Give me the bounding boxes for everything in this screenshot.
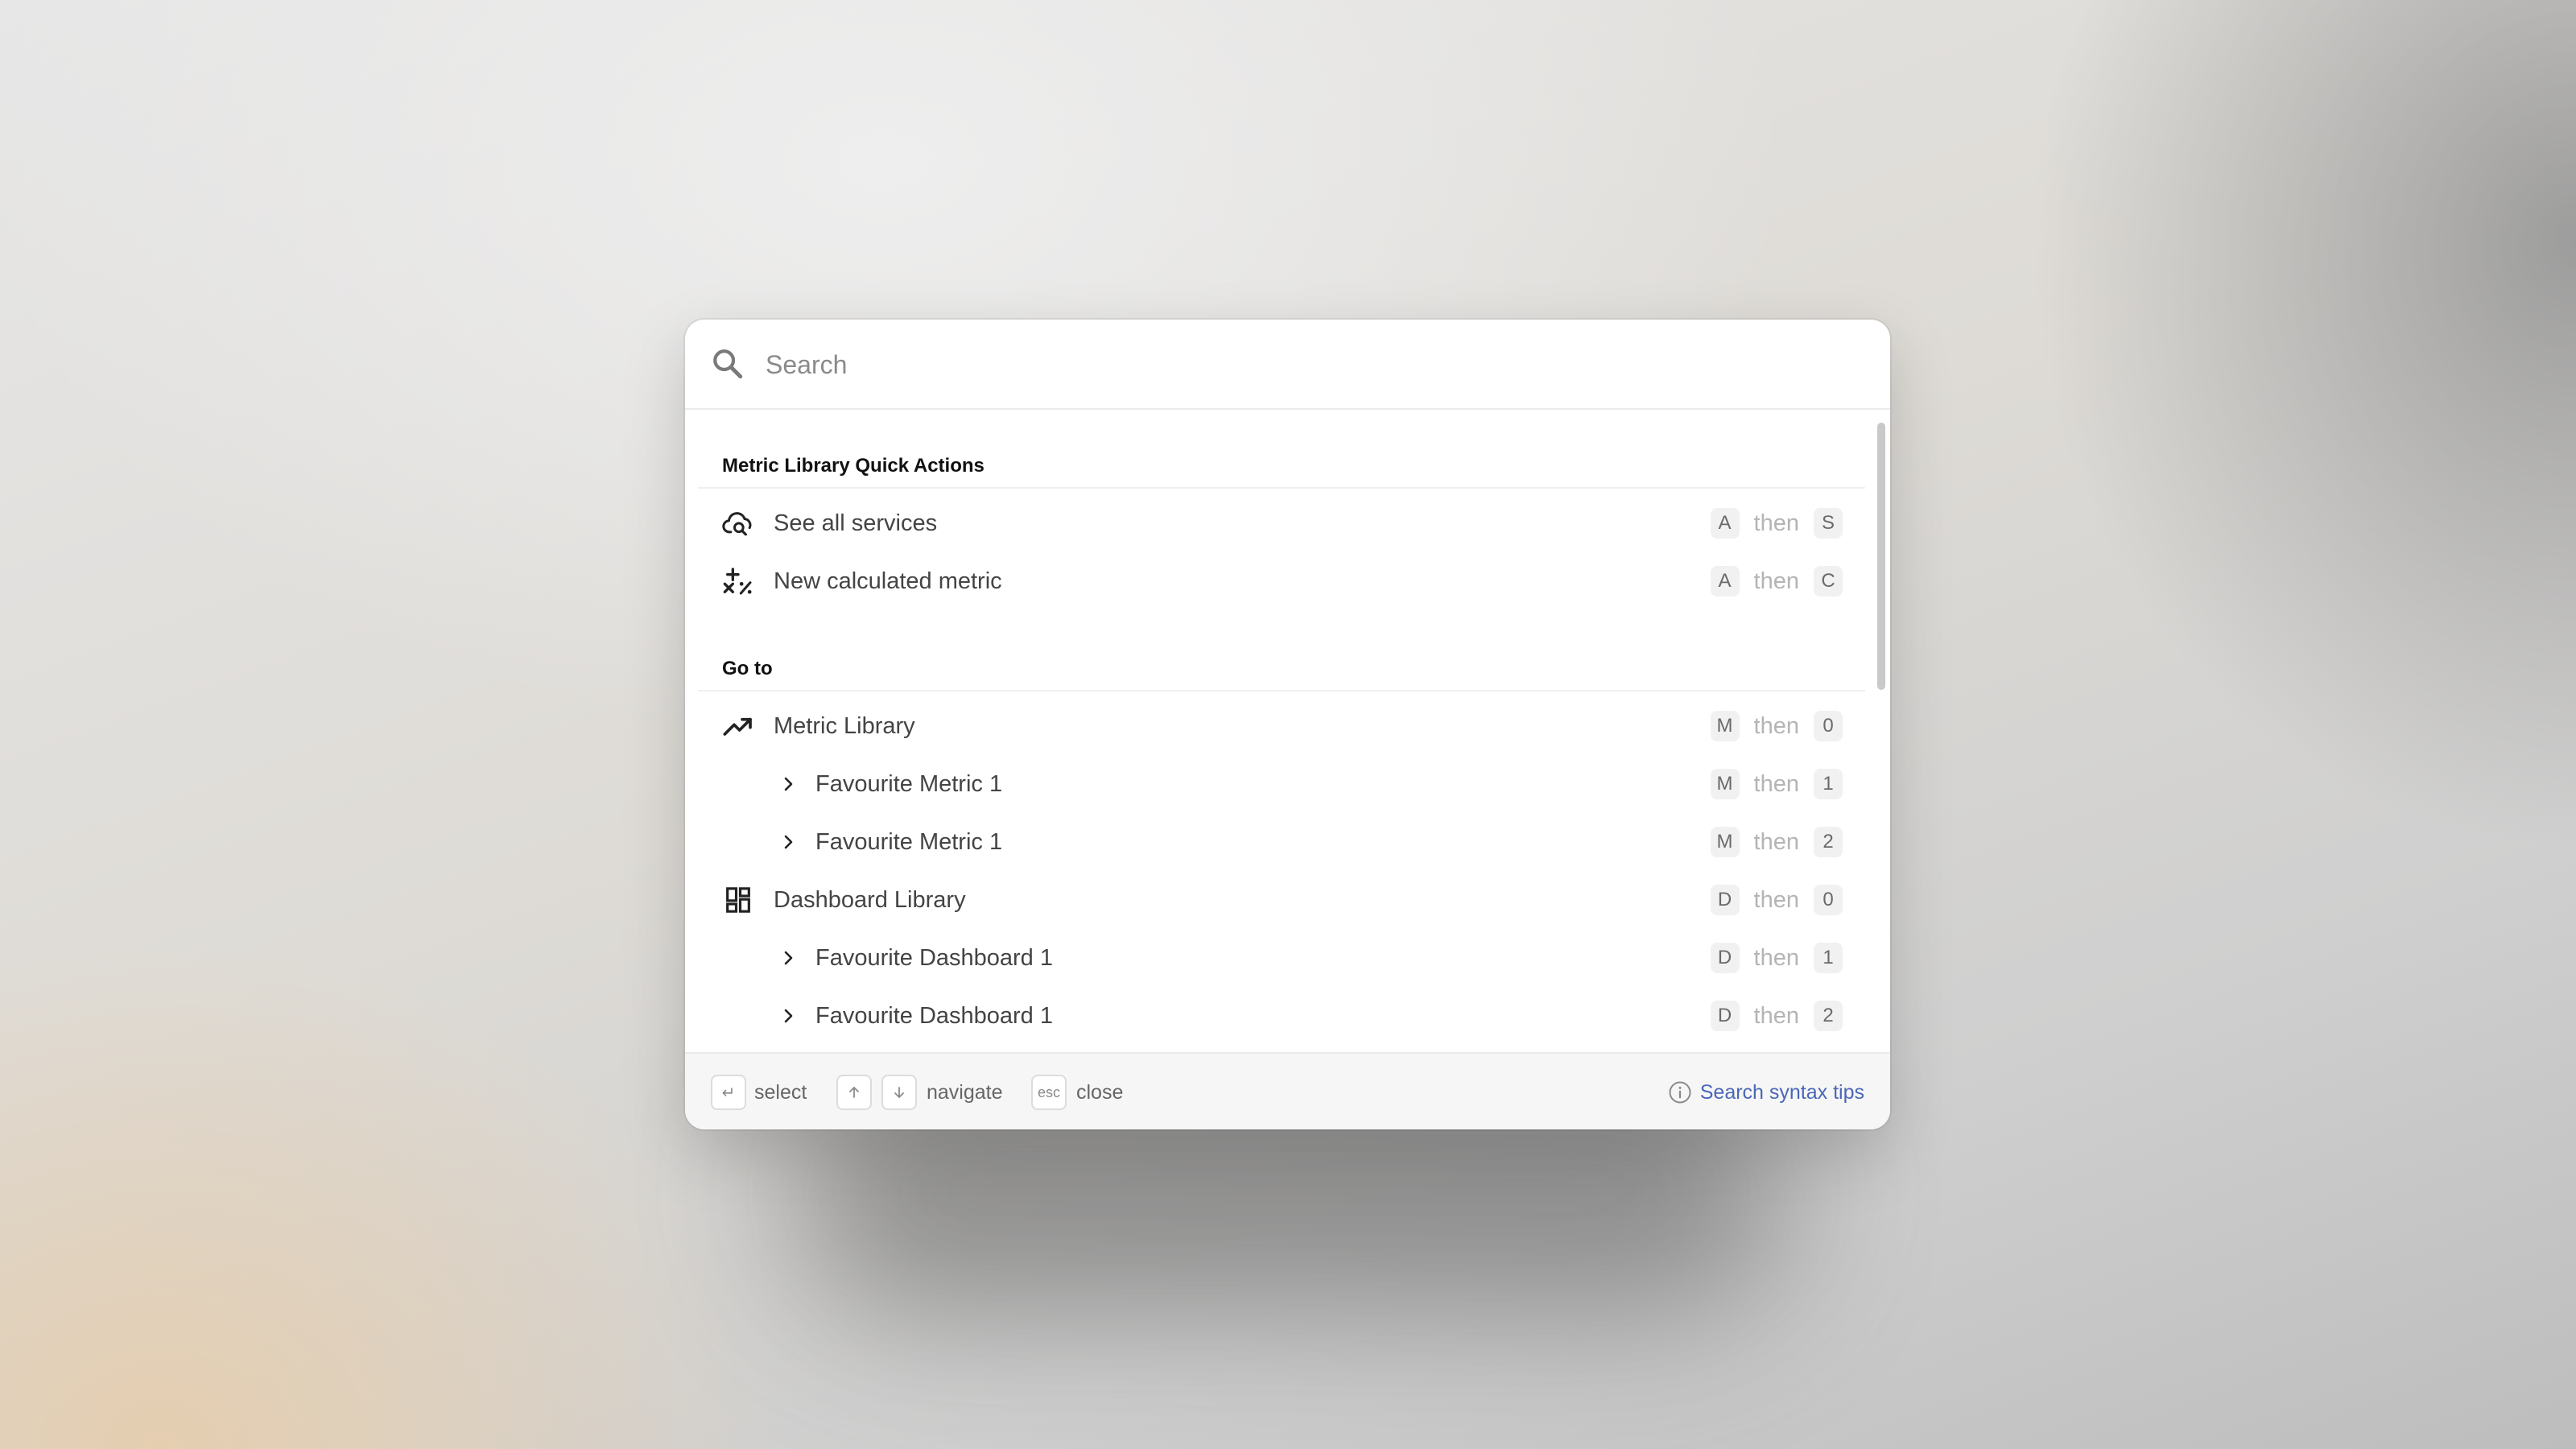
search-bar xyxy=(685,320,1890,410)
shortcut-then: then xyxy=(1753,944,1799,971)
cloud-search-icon xyxy=(722,512,752,536)
chevron-right-icon xyxy=(784,777,793,791)
shortcut-key: 0 xyxy=(1814,711,1843,741)
shortcut-then: then xyxy=(1753,828,1799,855)
trending-up-icon xyxy=(723,717,752,736)
keyboard-shortcut: D then 2 xyxy=(1710,1001,1843,1031)
results-list[interactable]: Metric Library Quick Actions See all ser… xyxy=(685,410,1890,1050)
list-item-label: Metric Library xyxy=(774,713,915,739)
shortcut-key: 2 xyxy=(1814,827,1843,857)
list-item-favourite-metric[interactable]: Favourite Metric 1 M then 2 xyxy=(698,813,1865,871)
shortcut-key: D xyxy=(1710,943,1740,973)
keyboard-shortcut: M then 1 xyxy=(1710,769,1843,799)
shortcut-key: 2 xyxy=(1814,1001,1843,1031)
dashboard-grid-icon xyxy=(726,887,750,913)
section-header-go-to: Go to xyxy=(722,658,773,679)
shortcut-key: 1 xyxy=(1814,943,1843,973)
shortcut-then: then xyxy=(1753,568,1799,594)
list-item-dashboard-library[interactable]: Dashboard Library D then 0 xyxy=(698,871,1865,929)
shortcut-then: then xyxy=(1753,712,1799,739)
select-hint-label: select xyxy=(754,1081,807,1104)
keyboard-shortcut: M then 0 xyxy=(1710,711,1843,741)
chevron-right-icon xyxy=(784,835,793,849)
list-item-label: Dashboard Library xyxy=(774,887,966,913)
shortcut-key: M xyxy=(1710,769,1740,799)
shortcut-key: A xyxy=(1710,566,1740,597)
keyboard-shortcut: A then S xyxy=(1710,508,1843,539)
command-palette: Metric Library Quick Actions See all ser… xyxy=(685,320,1890,1129)
list-item-label: Favourite Metric 1 xyxy=(815,829,1003,855)
scrollbar[interactable] xyxy=(1877,423,1885,1005)
list-item-favourite-metric[interactable]: Favourite Metric 1 M then 1 xyxy=(698,755,1865,813)
chevron-right-icon xyxy=(784,1009,793,1023)
info-icon xyxy=(1669,1081,1691,1104)
shortcut-then: then xyxy=(1753,510,1799,536)
keyboard-shortcut: D then 0 xyxy=(1710,885,1843,915)
shortcut-key: D xyxy=(1710,885,1740,915)
keyboard-shortcut: A then C xyxy=(1710,566,1843,597)
esc-key-hint: esc xyxy=(1031,1075,1067,1110)
search-syntax-tips-link[interactable]: Search syntax tips xyxy=(1700,1081,1864,1104)
shortcut-then: then xyxy=(1753,886,1799,913)
search-icon xyxy=(713,349,743,379)
shortcut-then: then xyxy=(1753,1002,1799,1029)
shortcut-key: A xyxy=(1710,508,1740,539)
list-item-label: See all services xyxy=(774,510,938,536)
calculator-operators-icon xyxy=(723,568,752,595)
arrow-down-icon xyxy=(881,1075,917,1110)
section-divider xyxy=(698,690,1865,691)
footer-bar: ↵ select navigate esc close Search synta… xyxy=(685,1052,1890,1129)
arrow-up-icon xyxy=(836,1075,872,1110)
keyboard-shortcut: M then 2 xyxy=(1710,827,1843,857)
chevron-right-icon xyxy=(784,951,793,965)
enter-key-hint: ↵ xyxy=(711,1075,746,1110)
section-divider xyxy=(698,487,1865,489)
list-item-favourite-dashboard[interactable]: Favourite Dashboard 1 D then 1 xyxy=(698,929,1865,987)
search-syntax-tips[interactable]: Search syntax tips xyxy=(1668,1075,1864,1110)
list-item-label: New calculated metric xyxy=(774,568,1002,594)
close-hint-label: close xyxy=(1076,1081,1124,1104)
list-item-favourite-dashboard[interactable]: Favourite Dashboard 1 D then 2 xyxy=(698,987,1865,1045)
shortcut-key: S xyxy=(1814,508,1843,539)
list-item-label: Favourite Dashboard 1 xyxy=(815,945,1053,971)
list-item-metric-library[interactable]: Metric Library M then 0 xyxy=(698,697,1865,755)
shortcut-key: D xyxy=(1710,1001,1740,1031)
scrollbar-thumb[interactable] xyxy=(1877,423,1885,690)
section-header-quick-actions: Metric Library Quick Actions xyxy=(722,455,985,477)
list-item-label: Favourite Dashboard 1 xyxy=(815,1003,1053,1029)
shortcut-key: 0 xyxy=(1814,885,1843,915)
list-item-label: Favourite Metric 1 xyxy=(815,771,1003,797)
search-input[interactable] xyxy=(764,340,1814,390)
shortcut-key: M xyxy=(1710,827,1740,857)
keyboard-shortcut: D then 1 xyxy=(1710,943,1843,973)
list-item-see-all-services[interactable]: See all services A then S xyxy=(698,494,1865,552)
navigate-hint-label: navigate xyxy=(927,1081,1003,1104)
shortcut-key: 1 xyxy=(1814,769,1843,799)
shortcut-key: M xyxy=(1710,711,1740,741)
list-item-new-calculated-metric[interactable]: New calculated metric A then C xyxy=(698,552,1865,610)
shortcut-key: C xyxy=(1814,566,1843,597)
shortcut-then: then xyxy=(1753,770,1799,797)
